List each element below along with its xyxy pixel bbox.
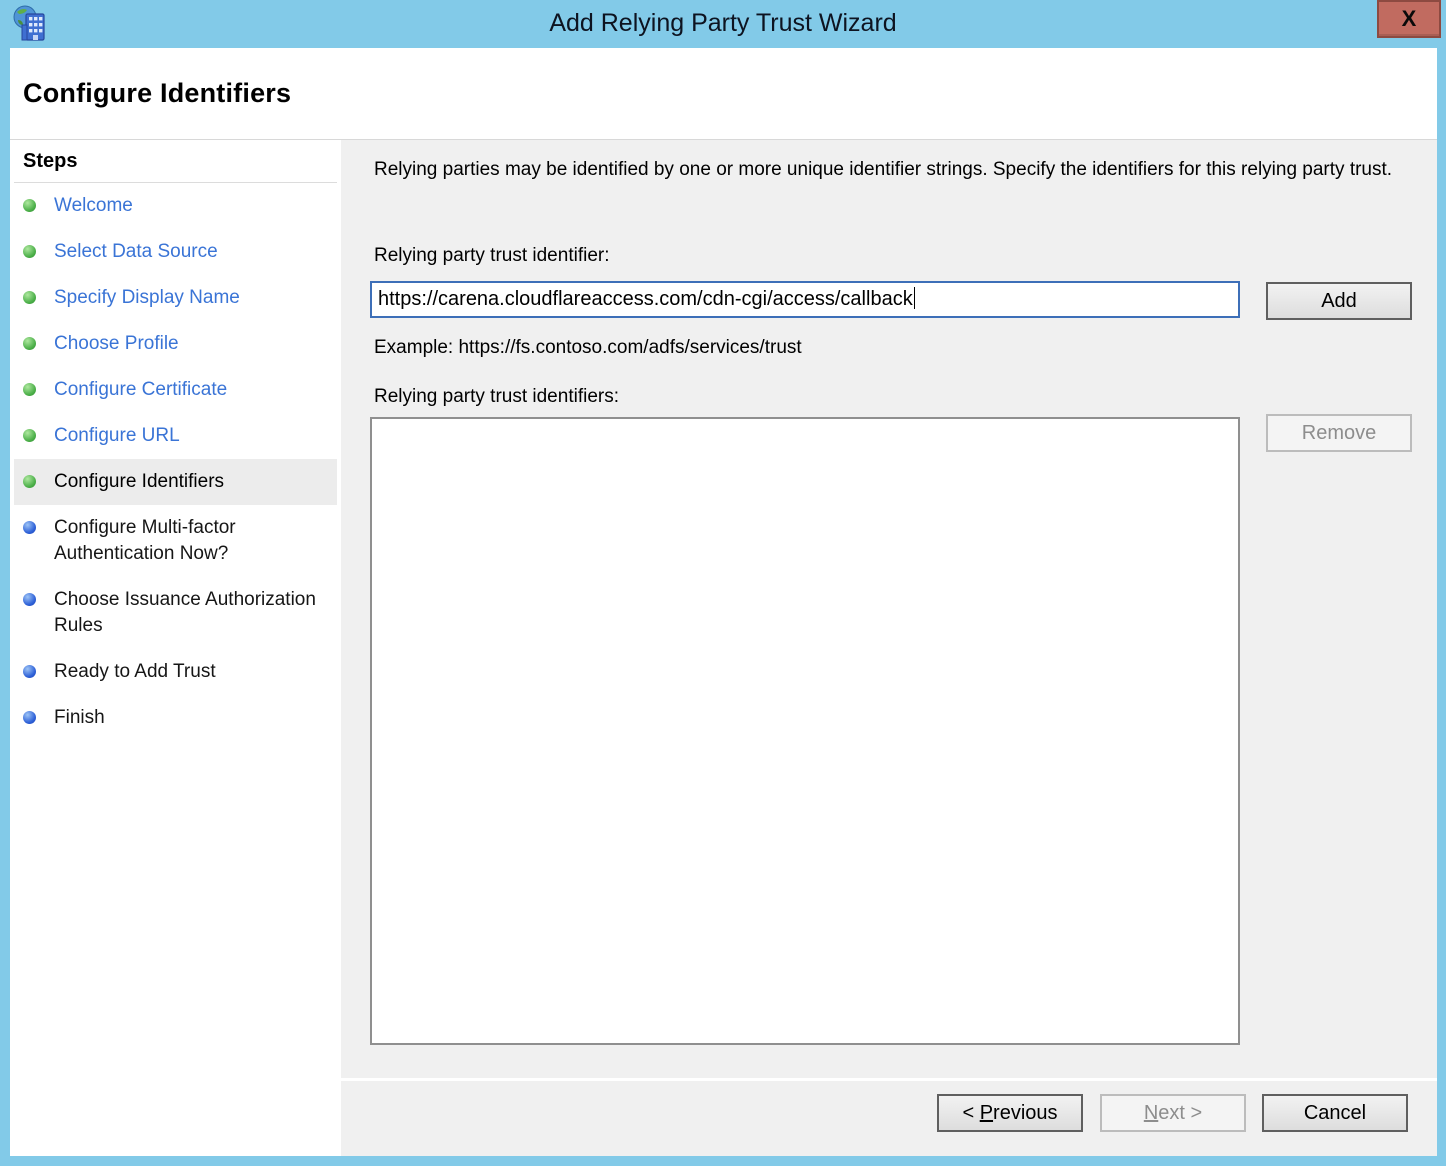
step-welcome[interactable]: Welcome [14, 183, 337, 229]
step-upcoming-icon [23, 593, 36, 606]
step-configure-mfa[interactable]: Configure Multi-factor Authentication No… [14, 505, 337, 577]
close-icon: X [1379, 2, 1439, 36]
step-completed-icon [23, 291, 36, 304]
intro-text: Relying parties may be identified by one… [374, 156, 1419, 183]
close-button[interactable]: X [1377, 0, 1441, 38]
step-completed-icon [23, 383, 36, 396]
example-text: Example: https://fs.contoso.com/adfs/ser… [374, 337, 802, 359]
steps-heading: Steps [10, 140, 341, 173]
step-configure-url[interactable]: Configure URL [14, 413, 337, 459]
content-panel: Relying parties may be identified by one… [341, 139, 1437, 1078]
step-select-data-source[interactable]: Select Data Source [14, 229, 337, 275]
step-choose-profile[interactable]: Choose Profile [14, 321, 337, 367]
next-button[interactable]: Next > [1100, 1094, 1246, 1132]
identifiers-list-label: Relying party trust identifiers: [374, 386, 619, 408]
step-ready-to-add-trust[interactable]: Ready to Add Trust [14, 649, 337, 695]
text-caret [914, 287, 915, 309]
steps-list: Welcome Select Data Source Specify Displ… [10, 183, 341, 741]
step-upcoming-icon [23, 665, 36, 678]
step-completed-icon [23, 429, 36, 442]
step-completed-icon [23, 337, 36, 350]
steps-sidebar: Steps Welcome Select Data Source Specify… [10, 139, 341, 1156]
identifier-input-value: https://carena.cloudflareaccess.com/cdn-… [378, 288, 913, 310]
identifiers-listbox[interactable] [370, 417, 1240, 1045]
step-current-icon [23, 475, 36, 488]
remove-button[interactable]: Remove [1266, 414, 1412, 452]
step-configure-identifiers[interactable]: Configure Identifiers [14, 459, 337, 505]
identifier-field-label: Relying party trust identifier: [374, 245, 610, 267]
wizard-window: Add Relying Party Trust Wizard X Configu… [0, 0, 1446, 1166]
step-upcoming-icon [23, 521, 36, 534]
step-finish[interactable]: Finish [14, 695, 337, 741]
previous-button[interactable]: < Previous [937, 1094, 1083, 1132]
page-title: Configure Identifiers [10, 48, 1437, 109]
page-header: Configure Identifiers [10, 48, 1437, 139]
step-completed-icon [23, 245, 36, 258]
wizard-dialog: Configure Identifiers Steps Welcome Sele… [10, 48, 1437, 1156]
step-specify-display-name[interactable]: Specify Display Name [14, 275, 337, 321]
step-upcoming-icon [23, 711, 36, 724]
step-choose-issuance-rules[interactable]: Choose Issuance Authorization Rules [14, 577, 337, 649]
cancel-button[interactable]: Cancel [1262, 1094, 1408, 1132]
titlebar: Add Relying Party Trust Wizard X [0, 0, 1446, 48]
add-button[interactable]: Add [1266, 282, 1412, 320]
wizard-footer: < Previous Next > Cancel [341, 1078, 1437, 1156]
step-completed-icon [23, 199, 36, 212]
step-configure-certificate[interactable]: Configure Certificate [14, 367, 337, 413]
content-column: Relying parties may be identified by one… [341, 139, 1437, 1156]
relying-party-identifier-input[interactable]: https://carena.cloudflareaccess.com/cdn-… [370, 281, 1240, 318]
window-title: Add Relying Party Trust Wizard [0, 0, 1446, 48]
